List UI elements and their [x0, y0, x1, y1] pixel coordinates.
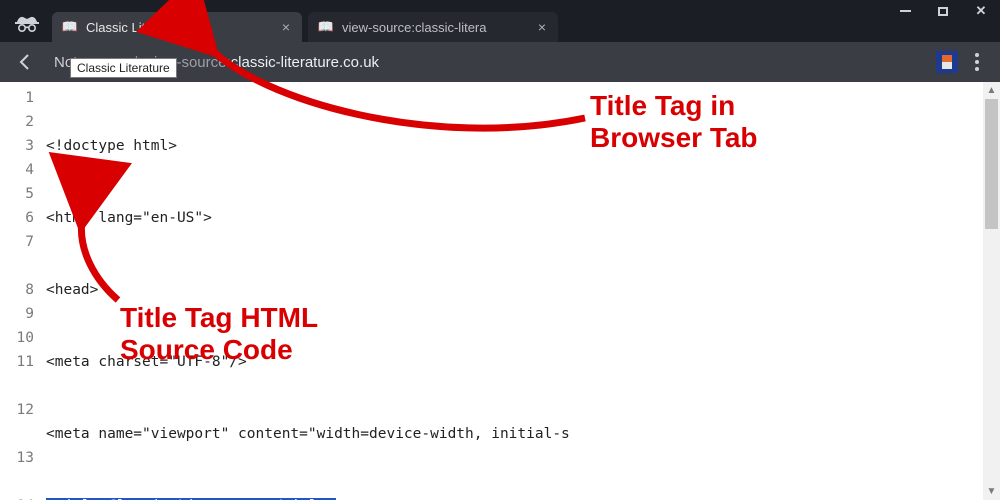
- tab-close-icon[interactable]: ×: [278, 19, 294, 35]
- scroll-up-button[interactable]: ▲: [983, 82, 1000, 99]
- scroll-down-button[interactable]: ▼: [983, 483, 1000, 500]
- page-source-viewer: 123456 78910 1112131415 <!doctype html> …: [0, 82, 1000, 500]
- tab-label: Classic Literature: [86, 20, 186, 35]
- window-controls: [886, 0, 1000, 22]
- window-maximize-button[interactable]: [924, 0, 962, 22]
- back-button[interactable]: [10, 47, 40, 77]
- tab-label: view-source:classic-litera: [342, 20, 486, 35]
- lighthouse-extension-icon[interactable]: [936, 51, 958, 73]
- source-code[interactable]: <!doctype html> <html lang="en-US"> <hea…: [46, 86, 994, 500]
- book-icon: 📖: [62, 19, 78, 35]
- url-host: classic-literature.co.uk: [231, 54, 379, 71]
- window-minimize-button[interactable]: [886, 0, 924, 22]
- window-close-button[interactable]: [962, 0, 1000, 22]
- scroll-thumb[interactable]: [985, 99, 998, 229]
- tab-close-icon[interactable]: ×: [534, 19, 550, 35]
- browser-menu-button[interactable]: [964, 53, 990, 71]
- book-icon: 📖: [318, 19, 334, 35]
- tab-view-source[interactable]: 📖 view-source:classic-litera ×: [308, 12, 558, 42]
- tab-strip: 📖 Classic Literature × 📖 view-source:cla…: [0, 8, 1000, 42]
- tab-tooltip: Classic Literature: [70, 58, 177, 78]
- tab-classic-literature[interactable]: 📖 Classic Literature ×: [52, 12, 302, 42]
- incognito-icon: [14, 14, 40, 32]
- vertical-scrollbar[interactable]: ▲ ▼: [983, 82, 1000, 500]
- line-number-gutter: 123456 78910 1112131415: [0, 86, 40, 500]
